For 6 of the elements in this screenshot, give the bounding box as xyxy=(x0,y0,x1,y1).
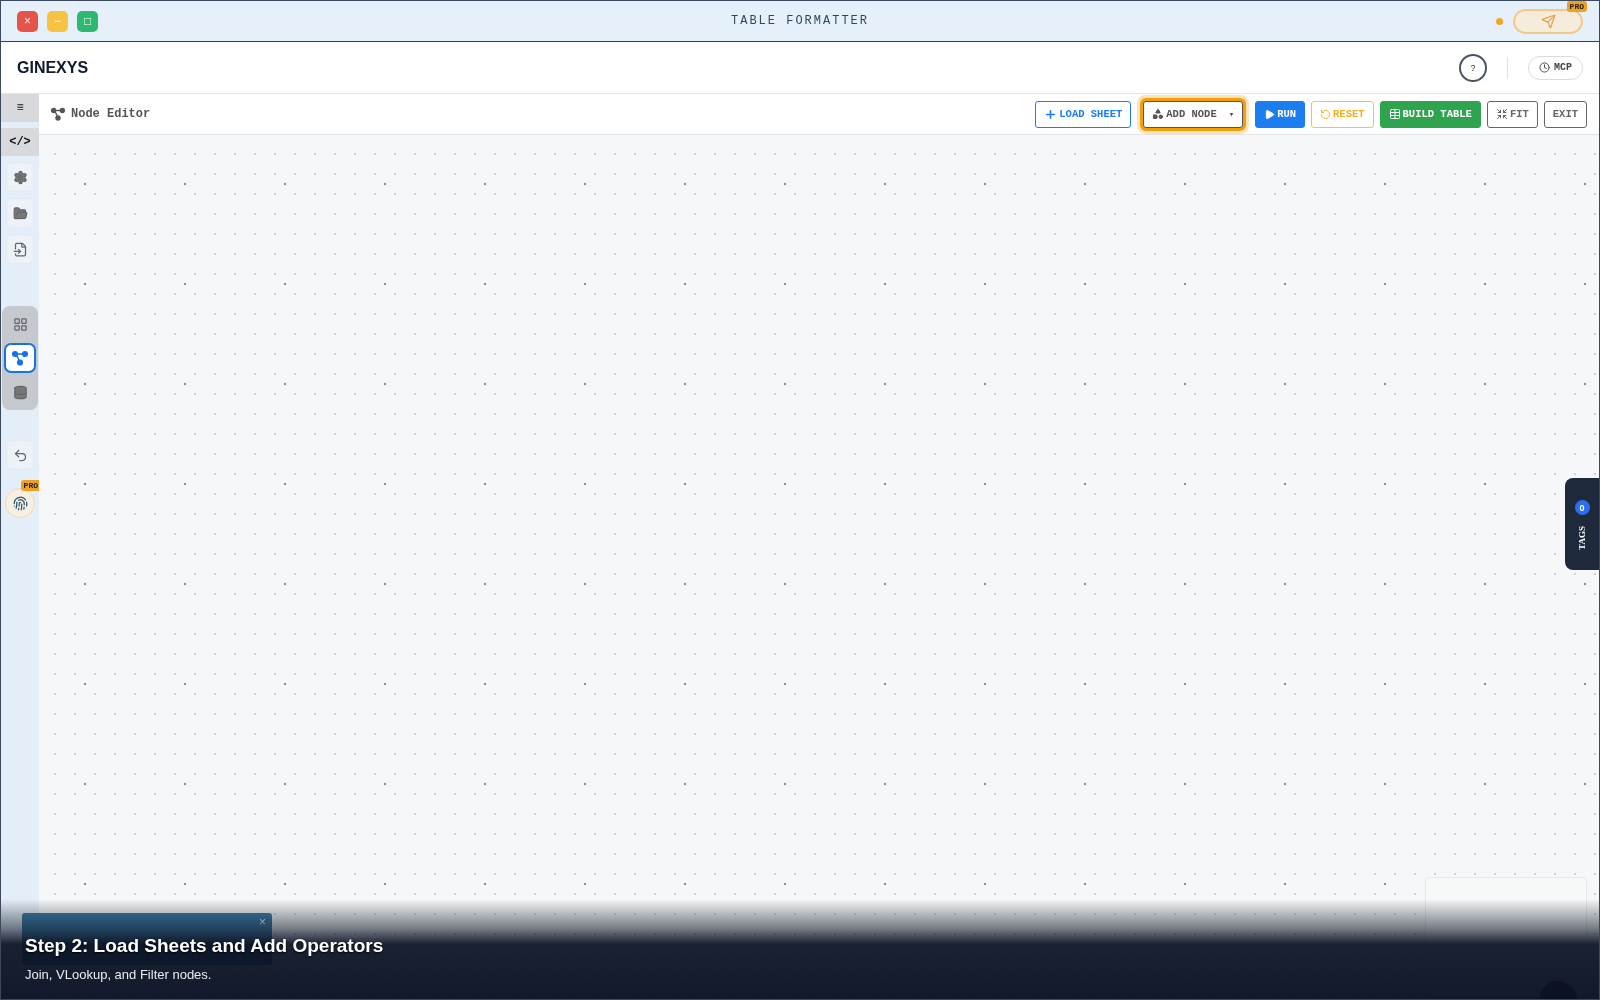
tag-count: 0 xyxy=(1574,500,1590,515)
brand-name: GINEXYS xyxy=(17,58,89,77)
window-title: TABLE FORMATTER xyxy=(731,14,869,28)
pro-badge: PRO xyxy=(1566,1,1587,12)
tags-label: TAGS xyxy=(1577,526,1587,550)
editor-title: Node Editor xyxy=(71,107,151,121)
